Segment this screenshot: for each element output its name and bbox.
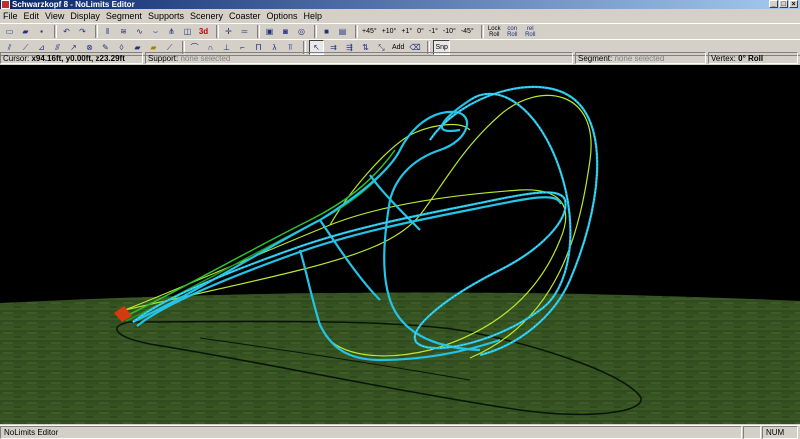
block-icon[interactable]: ■ xyxy=(320,25,333,38)
menu-coaster[interactable]: Coaster xyxy=(226,11,264,21)
support-value: none selected xyxy=(180,54,231,63)
insert-vertex-icon[interactable]: ✛ xyxy=(222,25,235,38)
lock-roll-button[interactable]: Lock Roll xyxy=(487,25,502,38)
3d-viewport[interactable] xyxy=(0,65,800,424)
maximize-button[interactable]: □ xyxy=(779,0,788,8)
menu-display[interactable]: Display xyxy=(67,11,103,21)
remove-vertex-icon[interactable]: ═ xyxy=(238,25,251,38)
window-title: Schwarzkopf 8 - NoLimits Editor xyxy=(12,0,135,9)
track-wave-icon[interactable]: ≋ xyxy=(117,25,130,38)
num-lock-indicator: NUM xyxy=(762,426,798,439)
undo-icon[interactable]: ↶ xyxy=(60,25,73,38)
vertex-field: Vertex: 0° Roll xyxy=(708,52,798,64)
menu-segment[interactable]: Segment xyxy=(103,11,145,21)
track-curve-icon[interactable]: ∿ xyxy=(133,25,146,38)
title-bar: Schwarzkopf 8 - NoLimits Editor _ □ × xyxy=(0,0,800,9)
menu-bar: File Edit View Display Segment Supports … xyxy=(0,9,800,23)
rel-roll-button[interactable]: rel Roll xyxy=(523,25,538,38)
menu-scenery[interactable]: Scenery xyxy=(187,11,226,21)
roll-plus-1-button[interactable]: +1° xyxy=(400,25,413,38)
roll-minus-45-button[interactable]: -45° xyxy=(460,25,475,38)
menu-edit[interactable]: Edit xyxy=(21,11,43,21)
station-icon[interactable]: ▣ xyxy=(263,25,276,38)
support-field: Support: none selected xyxy=(145,52,573,64)
track-gauge-icon[interactable]: ◫ xyxy=(181,25,194,38)
transfer-icon[interactable]: ▤ xyxy=(336,25,349,38)
brake-icon[interactable]: ◙ xyxy=(279,25,292,38)
track-view xyxy=(0,65,800,424)
minimize-button[interactable]: _ xyxy=(769,0,778,8)
app-icon xyxy=(1,0,10,9)
status-text: NoLimits Editor xyxy=(0,426,742,439)
segment-field: Segment: none selected xyxy=(575,52,706,64)
roll-plus-45-button[interactable]: +45° xyxy=(361,25,378,38)
vertex-value: 0° Roll xyxy=(738,54,764,63)
con-roll-button[interactable]: con Roll xyxy=(505,25,520,38)
menu-view[interactable]: View xyxy=(42,11,67,21)
menu-supports[interactable]: Supports xyxy=(145,11,187,21)
main-toolbar: ▭ ▰ ▪ ↶ ↷ ‖ ≋ ∿ ⌣ ⋔ ◫ 3d ✛ ═ ▣ ◙ ◎ ■ ▤ +… xyxy=(0,23,800,40)
info-bar: Cursor: x94.16ft, y0.00ft, z23.29ft Supp… xyxy=(0,52,800,64)
track-dip-icon[interactable]: ⌣ xyxy=(149,25,162,38)
menu-help[interactable]: Help xyxy=(301,11,326,21)
menu-options[interactable]: Options xyxy=(264,11,301,21)
roll-plus-10-button[interactable]: +10° xyxy=(381,25,398,38)
view-3d-button[interactable]: 3d xyxy=(197,25,210,38)
roll-minus-10-button[interactable]: -10° xyxy=(442,25,457,38)
segment-value: none selected xyxy=(614,54,665,63)
redo-icon[interactable]: ↷ xyxy=(76,25,89,38)
track-split-icon[interactable]: ⋔ xyxy=(165,25,178,38)
status-bar: NoLimits Editor NUM xyxy=(0,425,800,439)
loop-icon[interactable]: ◎ xyxy=(295,25,308,38)
cursor-value: x94.16ft, y0.00ft, z23.29ft xyxy=(31,54,125,63)
roll-minus-1-button[interactable]: -1° xyxy=(428,25,439,38)
open-folder-icon[interactable]: ▰ xyxy=(19,25,32,38)
track-straight-icon[interactable]: ‖ xyxy=(101,25,114,38)
save-icon[interactable]: ▪ xyxy=(35,25,48,38)
menu-file[interactable]: File xyxy=(0,11,21,21)
cursor-field: Cursor: x94.16ft, y0.00ft, z23.29ft xyxy=(0,52,143,64)
new-file-icon[interactable]: ▭ xyxy=(3,25,16,38)
close-button[interactable]: × xyxy=(789,0,798,8)
roll-zero-button[interactable]: 0° xyxy=(416,25,425,38)
